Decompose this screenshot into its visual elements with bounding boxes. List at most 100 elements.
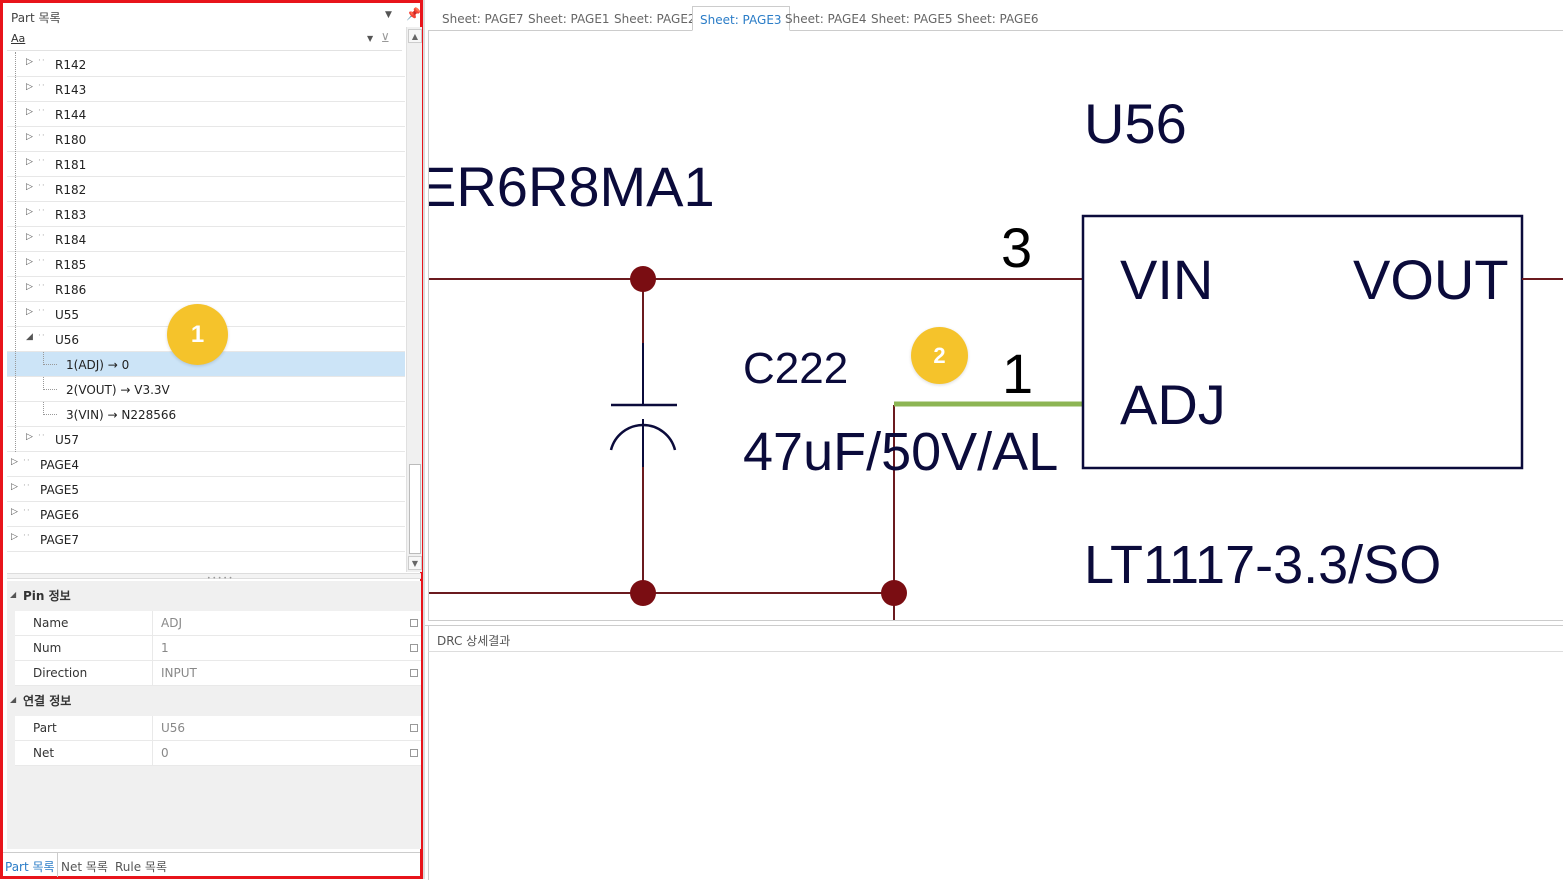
tree-item[interactable]: ▷ ·· PAGE4 — [7, 452, 405, 477]
expand-icon[interactable]: ▷ — [26, 157, 33, 167]
tree-pin-item[interactable]: 2(VOUT) → V3.3V — [7, 377, 405, 402]
pin-icon[interactable]: 📌 — [406, 7, 421, 21]
tree-item-label: R183 — [55, 208, 87, 222]
expand-icon[interactable]: ▷ — [26, 82, 33, 92]
expand-icon[interactable]: ▷ — [26, 307, 33, 317]
cap-ref: C222 — [743, 344, 848, 393]
tab-sheet-page1[interactable]: Sheet: PAGE1 — [521, 6, 617, 31]
annotation-badge-1: 1 — [167, 304, 228, 365]
property-key: Name — [15, 611, 153, 635]
tab-net-list[interactable]: Net 목록 — [61, 858, 108, 875]
pin-label-adj: ADJ — [1120, 373, 1226, 436]
tree-item[interactable]: ▷ ·· R186 — [7, 277, 405, 302]
expand-icon[interactable]: ▷ — [11, 482, 18, 492]
drc-title: DRC 상세결과 — [437, 634, 511, 648]
filter-bar[interactable]: Aa ▼ ⊻ — [7, 27, 402, 51]
property-value[interactable]: INPUT — [161, 666, 197, 680]
tree-item-label: R143 — [55, 83, 87, 97]
schematic-area: Sheet: PAGE7 Sheet: PAGE1 Sheet: PAGE2 S… — [425, 0, 1563, 880]
match-case-toggle[interactable]: Aa — [11, 32, 25, 45]
expand-icon[interactable]: ▷ — [26, 107, 33, 117]
partial-part-label: ER6R8MA1 — [429, 155, 715, 218]
tree-item[interactable]: ▷ ·· R182 — [7, 177, 405, 202]
property-editor-button[interactable] — [410, 724, 418, 732]
tab-sheet-page2[interactable]: Sheet: PAGE2 — [607, 6, 703, 31]
tree-item[interactable]: ▷ ·· R185 — [7, 252, 405, 277]
tab-sheet-page3[interactable]: Sheet: PAGE3 — [692, 6, 790, 31]
expand-icon[interactable]: ▷ — [26, 282, 33, 292]
expand-icon[interactable]: ▷ — [26, 257, 33, 267]
property-value[interactable]: 0 — [161, 746, 169, 760]
tab-sheet-page7[interactable]: Sheet: PAGE7 — [435, 6, 531, 31]
collapse-icon[interactable]: ◢ — [10, 695, 16, 704]
scroll-down-icon[interactable]: ▼ — [408, 556, 422, 570]
property-editor-button[interactable] — [410, 644, 418, 652]
schematic-drawing[interactable]: ER6R8MA1 U56 3 1 VIN VOUT ADJ C222 47uF/… — [429, 31, 1563, 621]
property-value[interactable]: U56 — [161, 721, 185, 735]
expand-icon[interactable]: ▷ — [26, 182, 33, 192]
property-key: Num — [15, 636, 153, 660]
tree-pin-item[interactable]: 3(VIN) → N228566 — [7, 402, 405, 427]
tab-sheet-page5[interactable]: Sheet: PAGE5 — [864, 6, 960, 31]
connection-property-row[interactable]: Part U56 — [15, 716, 421, 741]
tree-item[interactable]: ▷ ·· R142 — [7, 52, 405, 77]
property-editor-button[interactable] — [410, 749, 418, 757]
connection-info-category[interactable]: ◢ 연결 정보 — [7, 686, 421, 714]
tab-part-list[interactable]: Part 목록 — [5, 858, 55, 875]
property-editor-button[interactable] — [410, 619, 418, 627]
tree-item[interactable]: ▷ ·· PAGE7 — [7, 527, 405, 552]
expand-icon[interactable]: ▷ — [26, 232, 33, 242]
tree-item-label: R185 — [55, 258, 87, 272]
tab-sheet-page6[interactable]: Sheet: PAGE6 — [950, 6, 1046, 31]
scroll-thumb[interactable] — [409, 464, 421, 554]
expand-icon[interactable]: ▷ — [11, 507, 18, 517]
tree-item[interactable]: ▷ ·· PAGE5 — [7, 477, 405, 502]
pin-info-label: Pin 정보 — [23, 589, 71, 603]
tree-item[interactable]: ▷ ·· U57 — [7, 427, 405, 452]
tree-item[interactable]: ▷ ·· R181 — [7, 152, 405, 177]
tree-item[interactable]: ▷ ·· R183 — [7, 202, 405, 227]
tree-item-label: 3(VIN) → N228566 — [66, 408, 177, 422]
tree-item-label: R184 — [55, 233, 87, 247]
property-editor-button[interactable] — [410, 669, 418, 677]
panel-splitter[interactable]: • • • • • — [7, 573, 421, 582]
connection-info-label: 연결 정보 — [23, 694, 72, 708]
connection-property-row[interactable]: Net 0 — [15, 741, 421, 766]
tree-scrollbar[interactable]: ▲ ▼ — [406, 27, 422, 572]
expanded-icon[interactable]: ◢ — [26, 332, 33, 342]
property-value[interactable]: ADJ — [161, 616, 182, 630]
tree-item[interactable]: ▷ ·· R143 — [7, 77, 405, 102]
filter-dropdown-icon[interactable]: ▼ — [367, 34, 373, 43]
expand-icon[interactable]: ▷ — [26, 432, 33, 442]
panel-header: Part 목록 ▼ 📌 — [7, 6, 421, 26]
pin-property-row[interactable]: Direction INPUT — [15, 661, 421, 686]
expand-icon[interactable]: ▷ — [26, 132, 33, 142]
tree-item[interactable]: ▷ ·· R144 — [7, 102, 405, 127]
pin-property-row[interactable]: Name ADJ — [15, 611, 421, 636]
drc-results-body[interactable] — [428, 652, 1563, 880]
schematic-canvas[interactable]: ER6R8MA1 U56 3 1 VIN VOUT ADJ C222 47uF/… — [428, 31, 1563, 621]
expand-icon[interactable]: ▷ — [26, 57, 33, 67]
property-value[interactable]: 1 — [161, 641, 169, 655]
pin-info-category[interactable]: ◢ Pin 정보 — [7, 581, 421, 609]
tree-item[interactable]: ▷ ·· R180 — [7, 127, 405, 152]
bottom-tabs: Part 목록 Net 목록 Rule 목록 — [3, 852, 420, 877]
tree-item-label: PAGE7 — [40, 533, 79, 547]
collapse-icon[interactable]: ◢ — [10, 590, 16, 599]
tab-sheet-page4[interactable]: Sheet: PAGE4 — [778, 6, 874, 31]
expand-icon[interactable]: ▷ — [11, 457, 18, 467]
tree-item[interactable]: ▷ ·· PAGE6 — [7, 502, 405, 527]
expand-icon[interactable]: ▷ — [26, 207, 33, 217]
tree-item-label: R182 — [55, 183, 87, 197]
tree-item-label: R181 — [55, 158, 87, 172]
scroll-up-icon[interactable]: ▲ — [408, 29, 422, 43]
pin-property-row[interactable]: Num 1 — [15, 636, 421, 661]
tree-item-label: 1(ADJ) → 0 — [66, 358, 130, 372]
tree-item-label: R142 — [55, 58, 87, 72]
tree-item-label: R144 — [55, 108, 87, 122]
clear-filter-icon[interactable]: ⊻ — [381, 31, 390, 45]
expand-icon[interactable]: ▷ — [11, 532, 18, 542]
chevron-down-icon[interactable]: ▼ — [385, 10, 392, 20]
tree-item[interactable]: ▷ ·· R184 — [7, 227, 405, 252]
tab-rule-list[interactable]: Rule 목록 — [115, 858, 167, 875]
